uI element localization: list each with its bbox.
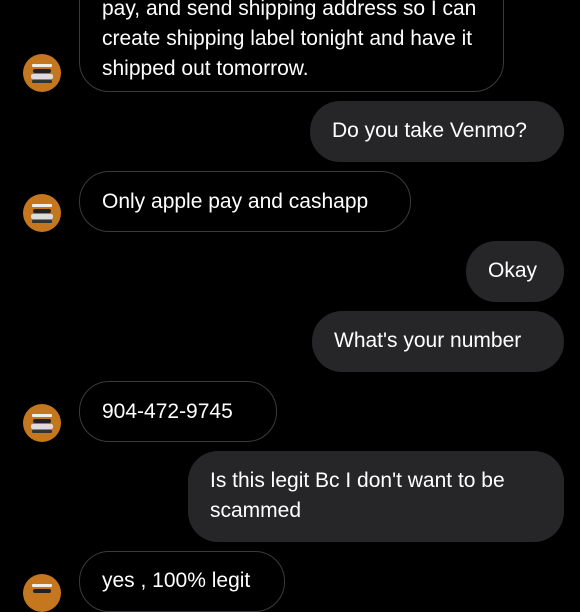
message-bubble-outgoing[interactable]: What's your number (312, 311, 564, 372)
sender-avatar[interactable] (23, 404, 61, 442)
sneaker-icon (31, 64, 53, 83)
sneaker-icon (31, 204, 53, 223)
message-text: What's your number (334, 329, 522, 352)
message-bubble-outgoing[interactable]: Is this legit Bc I don't want to be scam… (188, 451, 564, 542)
message-bubble-incoming[interactable]: 904-472-9745 (79, 381, 277, 442)
sender-avatar[interactable] (23, 194, 61, 232)
message-text: Is this legit Bc I don't want to be scam… (210, 469, 505, 522)
message-bubble-outgoing[interactable]: Okay (466, 241, 564, 302)
sender-avatar[interactable] (23, 54, 61, 92)
message-text: Only apple pay and cashapp (102, 190, 369, 213)
message-bubble-incoming[interactable]: Only apple pay and cashapp (79, 171, 411, 232)
sneaker-icon (31, 414, 53, 433)
message-text: Okay (488, 259, 538, 282)
message-bubble-outgoing[interactable]: Do you take Venmo? (310, 101, 564, 162)
message-text: yes , 100% legit (102, 569, 251, 592)
message-bubble-incoming[interactable]: pay, and send shipping address so I can … (79, 0, 504, 92)
message-text: pay, and send shipping address so I can … (102, 0, 477, 80)
message-bubble-incoming[interactable]: yes , 100% legit (79, 551, 285, 612)
message-text: Do you take Venmo? (332, 119, 527, 142)
message-text: 904-472-9745 (102, 400, 233, 423)
